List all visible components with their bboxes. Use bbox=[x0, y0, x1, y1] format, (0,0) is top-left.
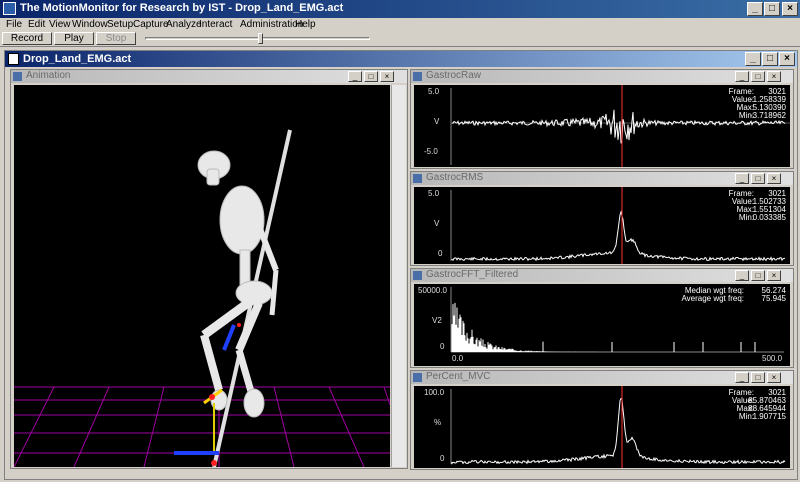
restore-icon[interactable]: □ bbox=[751, 173, 765, 184]
close-icon[interactable]: × bbox=[380, 71, 394, 82]
document-icon bbox=[8, 53, 19, 65]
restore-icon[interactable]: □ bbox=[364, 71, 378, 82]
timeline-slider-thumb[interactable] bbox=[258, 33, 263, 44]
gastroc-fft-plot[interactable]: 50000.0 V2 0 0.0 500.0 Median wgt freq: … bbox=[414, 284, 790, 366]
close-icon[interactable]: × bbox=[782, 2, 798, 16]
play-button[interactable]: Play bbox=[54, 32, 94, 45]
readout-value: 1.907715 bbox=[752, 412, 786, 421]
gastroc-raw-plot[interactable]: 5.0 V -5.0 Frame: Value: Max: Min: 3021 … bbox=[414, 85, 790, 167]
menu-view[interactable]: View bbox=[49, 19, 71, 30]
animation-panel: Animation _ □ × bbox=[10, 69, 408, 469]
maximize-icon[interactable]: □ bbox=[764, 2, 780, 16]
close-icon[interactable]: × bbox=[767, 71, 781, 82]
gastroc-fft-title: GastrocFFT_Filtered bbox=[426, 269, 519, 280]
menu-bar: File Edit View Window Setup Capture Anal… bbox=[0, 18, 800, 32]
doc-close-icon[interactable]: × bbox=[779, 52, 795, 66]
restore-icon[interactable]: □ bbox=[751, 270, 765, 281]
close-icon[interactable]: × bbox=[767, 270, 781, 281]
minimize-icon[interactable]: _ bbox=[735, 372, 749, 383]
menu-help[interactable]: Help bbox=[295, 19, 316, 30]
gastroc-fft-panel: GastrocFFT_Filtered _ □ × 50000.0 V2 0 0… bbox=[410, 268, 794, 368]
gastroc-fft-titlebar: GastrocFFT_Filtered _ □ × bbox=[411, 269, 793, 282]
readout-value: 0.033385 bbox=[752, 213, 786, 222]
close-icon[interactable]: × bbox=[767, 173, 781, 184]
doc-minimize-icon[interactable]: _ bbox=[745, 52, 761, 66]
readout-value: 75.945 bbox=[761, 294, 786, 303]
animation-scrollbar[interactable] bbox=[391, 85, 406, 467]
gastroc-rms-panel: GastrocRMS _ □ × 5.0 V 0 Frame: Value: M… bbox=[410, 171, 794, 266]
panel-icon bbox=[413, 373, 422, 382]
panel-icon bbox=[13, 72, 22, 81]
menu-analyze[interactable]: Analyze bbox=[166, 19, 202, 30]
percent-mvc-title: PerCent_MVC bbox=[426, 371, 491, 382]
gastroc-rms-titlebar: GastrocRMS _ □ × bbox=[411, 172, 793, 185]
record-button[interactable]: Record bbox=[2, 32, 52, 45]
gastroc-rms-title: GastrocRMS bbox=[426, 172, 484, 183]
app-title: The MotionMonitor for Research by IST - … bbox=[20, 2, 344, 14]
doc-restore-icon[interactable]: □ bbox=[762, 52, 778, 66]
animation-titlebar: Animation _ □ × bbox=[11, 70, 407, 83]
skeleton-figure bbox=[197, 150, 279, 418]
minimize-icon[interactable]: _ bbox=[735, 71, 749, 82]
restore-icon[interactable]: □ bbox=[751, 372, 765, 383]
menu-window[interactable]: Window bbox=[72, 19, 108, 30]
skeleton-scene bbox=[14, 129, 390, 467]
readout-label: Average wgt freq: bbox=[681, 294, 744, 303]
percent-mvc-panel: PerCent_MVC _ □ × 100.0 % 0 Frame: Value… bbox=[410, 370, 794, 470]
restore-icon[interactable]: □ bbox=[751, 71, 765, 82]
menu-capture[interactable]: Capture bbox=[133, 19, 169, 30]
menu-administration[interactable]: Administration bbox=[240, 19, 303, 30]
panel-icon bbox=[413, 271, 422, 280]
menu-edit[interactable]: Edit bbox=[28, 19, 45, 30]
app-icon bbox=[3, 2, 16, 15]
animation-title: Animation bbox=[26, 70, 71, 81]
menu-file[interactable]: File bbox=[6, 19, 22, 30]
close-icon[interactable]: × bbox=[767, 372, 781, 383]
animation-viewport[interactable] bbox=[14, 85, 390, 467]
gastroc-raw-titlebar: GastrocRaw _ □ × bbox=[411, 70, 793, 83]
percent-mvc-titlebar: PerCent_MVC _ □ × bbox=[411, 371, 793, 384]
menu-setup[interactable]: Setup bbox=[107, 19, 133, 30]
percent-mvc-plot[interactable]: 100.0 % 0 Frame: Value: Max: Min: 3021 8… bbox=[414, 386, 790, 468]
minimize-icon[interactable]: _ bbox=[348, 71, 362, 82]
gastroc-raw-panel: GastrocRaw _ □ × 5.0 V -5.0 Frame: Value… bbox=[410, 69, 794, 169]
document-titlebar: Drop_Land_EMG.act _ □ × bbox=[5, 51, 797, 67]
minimize-icon[interactable]: _ bbox=[735, 173, 749, 184]
gastroc-raw-title: GastrocRaw bbox=[426, 70, 482, 81]
panel-icon bbox=[413, 174, 422, 183]
toolbar: Record Play Stop bbox=[0, 32, 800, 47]
document-title: Drop_Land_EMG.act bbox=[23, 53, 132, 65]
panel-icon bbox=[413, 72, 422, 81]
gastroc-rms-plot[interactable]: 5.0 V 0 Frame: Value: Max: Min: 3021 1.5… bbox=[414, 187, 790, 264]
document-window: Drop_Land_EMG.act _ □ × Animation _ □ × bbox=[4, 50, 798, 480]
minimize-icon[interactable]: _ bbox=[735, 270, 749, 281]
app-titlebar: The MotionMonitor for Research by IST - … bbox=[0, 0, 800, 18]
readout-value: -3.718962 bbox=[749, 111, 786, 120]
stop-button[interactable]: Stop bbox=[96, 32, 136, 45]
menu-interact[interactable]: Interact bbox=[199, 19, 232, 30]
minimize-icon[interactable]: _ bbox=[747, 2, 763, 16]
